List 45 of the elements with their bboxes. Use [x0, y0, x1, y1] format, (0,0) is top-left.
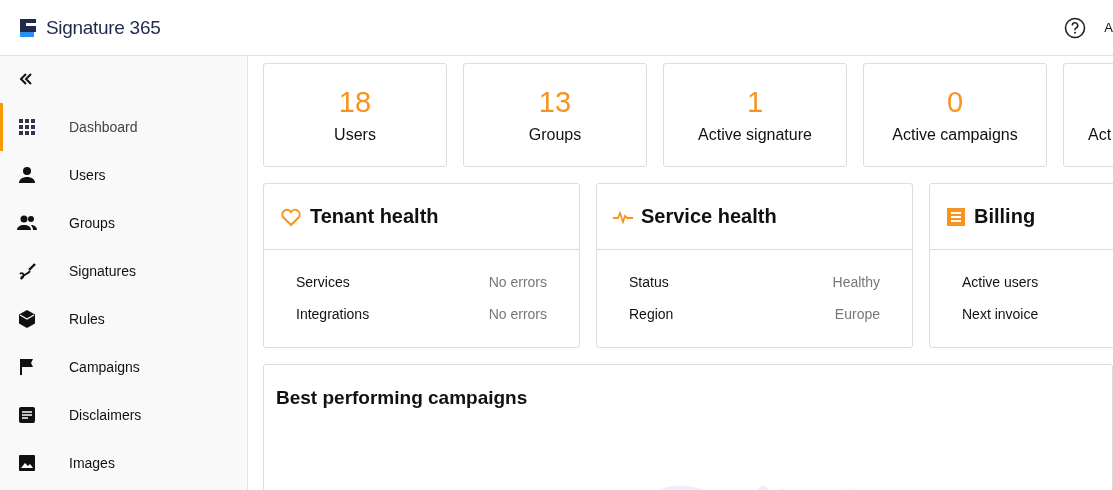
row-value: Europe	[834, 306, 880, 322]
collapse-icon[interactable]	[19, 72, 33, 86]
row-label: Next invoice	[962, 306, 1039, 322]
image-icon	[17, 453, 37, 473]
sidebar-item[interactable]: Users	[0, 151, 247, 199]
row-value: No errors	[488, 274, 547, 290]
sidebar-item[interactable]: Images	[0, 439, 247, 487]
stat-value: 13	[538, 86, 572, 120]
grid-icon	[17, 117, 37, 137]
user-initial[interactable]: A	[1104, 20, 1113, 35]
sidebar-item[interactable]: Dashboard	[0, 103, 247, 151]
row-label: Status	[629, 274, 669, 290]
stat-label: Active campaigns	[892, 126, 1018, 144]
row-value: No errors	[488, 306, 547, 322]
stat-label: Groups	[528, 126, 582, 144]
stat-value: 1	[746, 86, 764, 120]
stat-label: Act	[1088, 126, 1112, 144]
row-label: Active users	[962, 274, 1039, 290]
brand-name: Signature 365	[46, 16, 161, 39]
stat-label: Active signature	[698, 126, 812, 144]
row-label: Region	[629, 306, 674, 322]
sidebar-item[interactable]: Disclaimers	[0, 391, 247, 439]
sidebar-item[interactable]: Campaigns	[0, 343, 247, 391]
cube-icon	[17, 309, 37, 329]
pen-icon	[17, 261, 37, 281]
card-title: Service health	[641, 205, 777, 228]
person-icon	[17, 165, 37, 185]
people-icon	[17, 213, 37, 233]
sidebar-item[interactable]: Signatures	[0, 247, 247, 295]
row-label: Integrations	[296, 306, 370, 322]
heart-icon	[280, 206, 302, 227]
stat-value: 0	[946, 86, 964, 120]
row-label: Services	[296, 274, 350, 290]
card-title: Tenant health	[310, 205, 439, 228]
receipt-icon	[946, 206, 966, 227]
sidebar-item[interactable]: Rules	[0, 295, 247, 343]
sidebar-item[interactable]: Groups	[0, 199, 247, 247]
card-title: Billing	[974, 205, 1036, 228]
stat-label: Users	[334, 126, 376, 144]
card-title: Best performing campaigns	[276, 387, 528, 408]
stat-value: 18	[338, 86, 372, 120]
pulse-icon	[613, 209, 633, 224]
row-value: Healthy	[832, 274, 880, 290]
document-icon	[17, 405, 37, 425]
help-icon[interactable]	[1064, 16, 1087, 39]
